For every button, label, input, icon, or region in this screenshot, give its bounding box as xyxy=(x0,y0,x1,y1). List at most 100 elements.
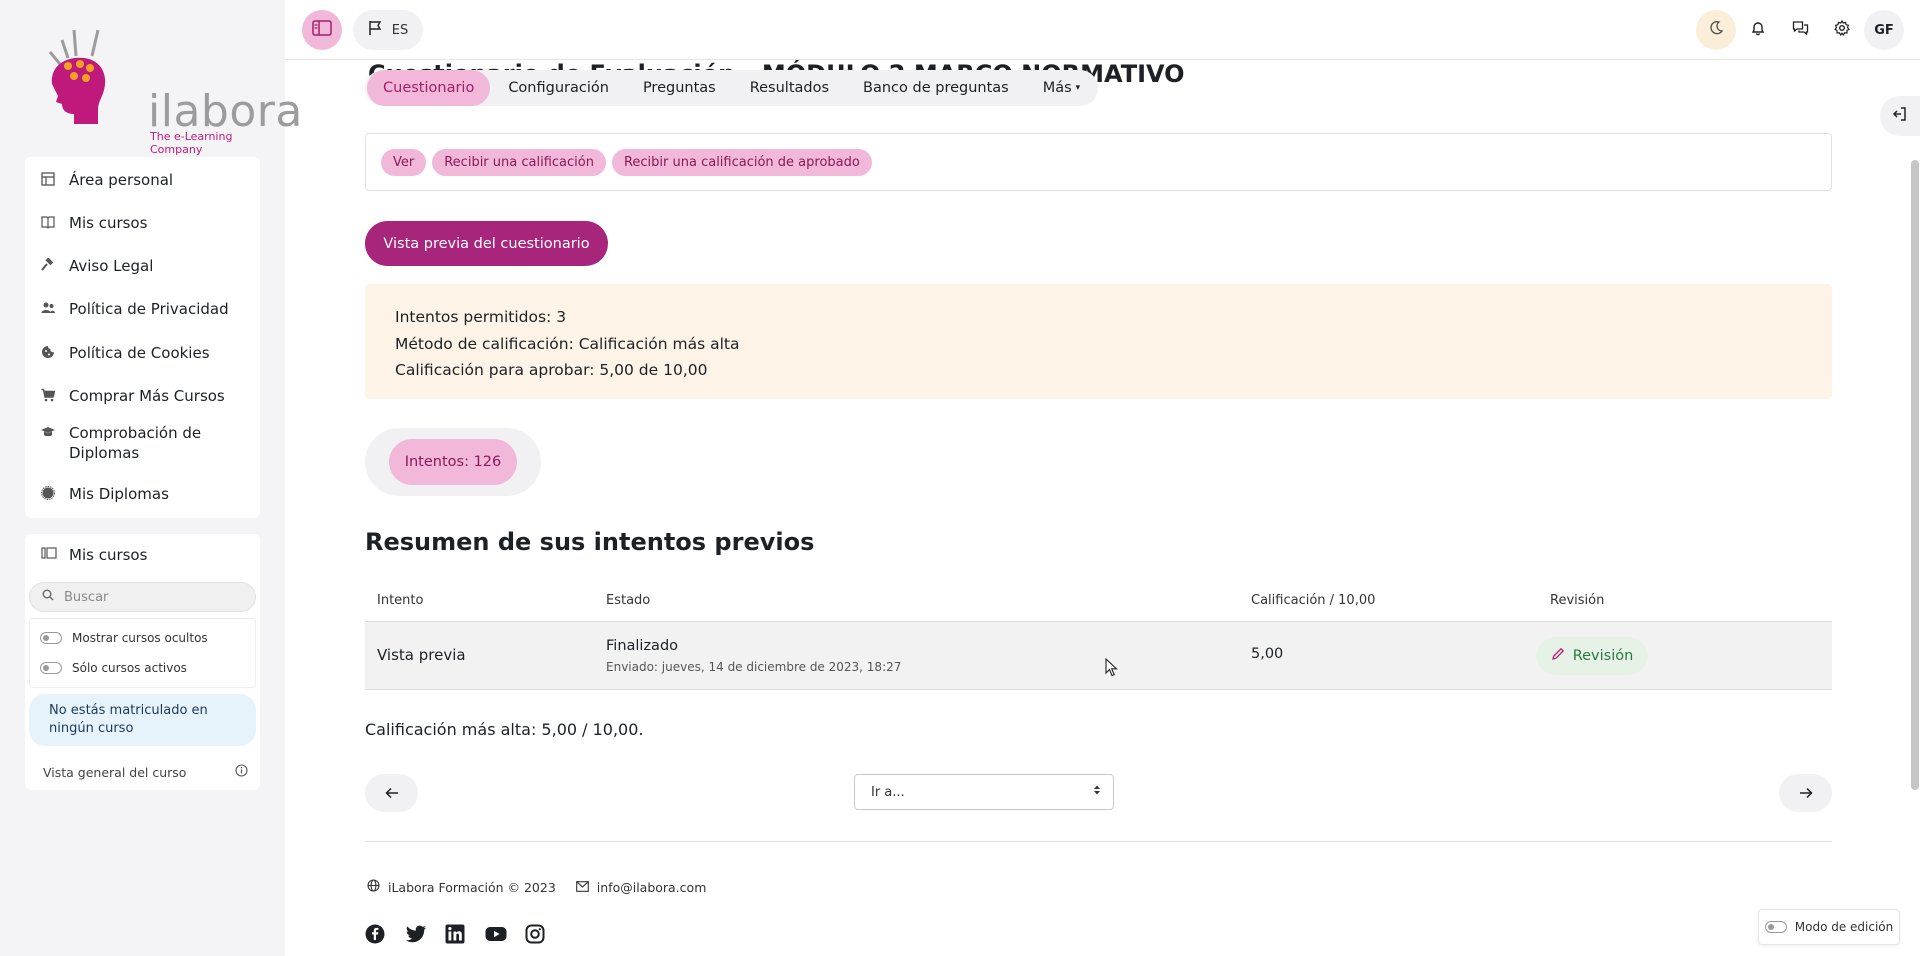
next-activity-button[interactable] xyxy=(1779,774,1832,812)
table-row: Vista previa Finalizado Enviado: jueves,… xyxy=(365,622,1832,690)
review-attempt-button[interactable]: Revisión xyxy=(1536,637,1648,675)
cookie-icon xyxy=(41,345,55,359)
user-initials: GF xyxy=(1874,22,1894,38)
grading-method: Método de calificación: Calificación más… xyxy=(395,334,740,353)
language-selector[interactable]: ES xyxy=(353,10,423,50)
edit-mode-toggle[interactable]: Modo de edición xyxy=(1758,909,1900,945)
footer-divider xyxy=(365,841,1832,842)
sidebar-toggle-button[interactable] xyxy=(302,10,342,50)
notifications-button[interactable] xyxy=(1738,10,1778,50)
courses-search-input[interactable]: Buscar xyxy=(29,582,256,612)
pass-grade: Calificación para aprobar: 5,00 de 10,00 xyxy=(395,361,708,379)
table-header: Intento Estado Calificación / 10,00 Revi… xyxy=(365,580,1832,622)
flag-icon xyxy=(368,20,382,40)
caret-down-icon: ▾ xyxy=(1075,83,1081,93)
select-arrows-icon xyxy=(1093,784,1101,800)
nav-item-politica-cookies[interactable]: Política de Cookies xyxy=(41,343,251,363)
not-enrolled-notice: No estás matriculado en ningún curso xyxy=(29,694,256,746)
completion-requirements: Ver Recibir una calificación Recibir una… xyxy=(365,133,1832,191)
jump-to-select[interactable]: Ir a... xyxy=(854,774,1114,810)
attempt-name: Vista previa xyxy=(377,646,466,664)
toggle-switch[interactable] xyxy=(40,632,62,644)
footer-info: iLabora Formación © 2023 info@ilabora.co… xyxy=(367,879,706,895)
nav-label: Comprobación de Diplomas xyxy=(69,424,202,462)
nav-item-mis-diplomas[interactable]: Mis Diplomas xyxy=(41,484,251,504)
social-links xyxy=(365,924,545,944)
nav-label: Mis cursos xyxy=(69,214,148,232)
tab-cuestionario[interactable]: Cuestionario xyxy=(367,70,491,106)
certificate-icon xyxy=(41,486,55,500)
chat-icon xyxy=(1792,20,1809,40)
users-icon xyxy=(41,301,55,315)
attempts-count-link[interactable]: Intentos: 126 xyxy=(389,439,517,485)
envelope-icon xyxy=(575,880,589,895)
previous-activity-button[interactable] xyxy=(365,774,418,812)
main-navigation: Área personal Mis cursos Aviso Legal Pol… xyxy=(25,157,260,518)
footer-email-link[interactable]: info@ilabora.com xyxy=(597,880,707,895)
footer-copyright: iLabora Formación © 2023 xyxy=(388,879,556,895)
nav-label: Política de Privacidad xyxy=(69,300,229,318)
attempt-grade: 5,00 xyxy=(1251,646,1284,662)
completion-chip-ver: Ver xyxy=(381,148,427,176)
nav-item-mis-cursos[interactable]: Mis cursos xyxy=(41,213,251,233)
toggle-switch[interactable] xyxy=(1764,921,1787,933)
secondary-navigation-tabs: Cuestionario Configuración Preguntas Res… xyxy=(365,70,1099,106)
tab-resultados[interactable]: Resultados xyxy=(734,70,845,106)
brain-head-logo-icon xyxy=(48,29,106,124)
preview-quiz-button[interactable]: Vista previa del cuestionario xyxy=(365,221,608,266)
tab-preguntas[interactable]: Preguntas xyxy=(627,70,732,106)
facebook-icon[interactable] xyxy=(365,924,385,944)
page-scrollbar[interactable] xyxy=(1911,160,1919,790)
attempts-summary-title: Resumen de sus intentos previos xyxy=(365,528,815,556)
linkedin-icon[interactable] xyxy=(445,924,465,944)
attempt-submitted-date: Enviado: jueves, 14 de diciembre de 2023… xyxy=(606,660,902,674)
toggle-active-courses[interactable]: Sólo cursos activos xyxy=(40,661,187,675)
nav-item-comprar-cursos[interactable]: Comprar Más Cursos xyxy=(41,386,251,406)
nav-item-comprobacion-diplomas[interactable]: Comprobación de Diplomas xyxy=(41,423,251,463)
attempts-allowed: Intentos permitidos: 3 xyxy=(395,308,567,326)
youtube-icon[interactable] xyxy=(485,924,507,944)
tab-configuracion[interactable]: Configuración xyxy=(492,70,625,106)
twitter-icon[interactable] xyxy=(405,924,426,944)
nav-label: Comprar Más Cursos xyxy=(69,387,225,405)
header-state: Estado xyxy=(606,593,651,608)
completion-chip-pass-grade: Recibir una calificación de aprobado xyxy=(611,148,872,176)
dark-mode-button[interactable] xyxy=(1696,10,1736,50)
bell-icon xyxy=(1750,20,1766,40)
nav-item-politica-privacidad[interactable]: Política de Privacidad xyxy=(41,299,251,319)
nav-item-aviso-legal[interactable]: Aviso Legal xyxy=(41,256,251,276)
pencil-icon xyxy=(1551,647,1565,665)
toggle-switch[interactable] xyxy=(40,662,62,674)
search-placeholder: Buscar xyxy=(64,589,109,605)
tab-mas[interactable]: Más ▾ xyxy=(1027,70,1096,106)
arrow-right-icon xyxy=(1799,784,1813,803)
my-courses-block-title: Mis cursos xyxy=(41,546,147,564)
gear-icon xyxy=(1834,19,1850,40)
header-grade: Calificación / 10,00 xyxy=(1251,593,1376,608)
attempts-summary-table: Intento Estado Calificación / 10,00 Revi… xyxy=(365,580,1832,690)
globe-icon xyxy=(367,879,380,895)
open-block-drawer-button[interactable] xyxy=(1880,96,1920,136)
instagram-icon[interactable] xyxy=(525,924,545,944)
settings-button[interactable] xyxy=(1822,10,1862,50)
nav-label: Aviso Legal xyxy=(69,257,154,275)
nav-item-area-personal[interactable]: Área personal xyxy=(41,170,251,190)
user-avatar[interactable]: GF xyxy=(1864,10,1904,50)
main-content: Cuestionario de Evaluación - MÓDULO 2 MA… xyxy=(285,60,1920,956)
tab-banco-preguntas[interactable]: Banco de preguntas xyxy=(847,70,1025,106)
nav-label: Área personal xyxy=(69,171,174,189)
ilabora-logo[interactable]: ilabora The e-Learning Company xyxy=(40,26,302,156)
toggle-hidden-courses[interactable]: Mostrar cursos ocultos xyxy=(40,631,208,645)
top-navbar: ES GF xyxy=(285,0,1920,60)
attempts-link-wrapper: Intentos: 126 xyxy=(365,428,541,496)
search-icon xyxy=(42,589,54,605)
messages-button[interactable] xyxy=(1780,10,1820,50)
nav-label: Política de Cookies xyxy=(69,344,210,362)
gavel-icon xyxy=(41,258,55,272)
info-icon[interactable] xyxy=(235,764,248,780)
course-overview-link[interactable]: Vista general del curso xyxy=(43,764,248,780)
graduation-cap-icon xyxy=(41,425,55,439)
dashboard-icon xyxy=(41,172,55,186)
arrow-left-icon xyxy=(384,784,399,803)
course-filters: Mostrar cursos ocultos Sólo cursos activ… xyxy=(29,618,256,688)
